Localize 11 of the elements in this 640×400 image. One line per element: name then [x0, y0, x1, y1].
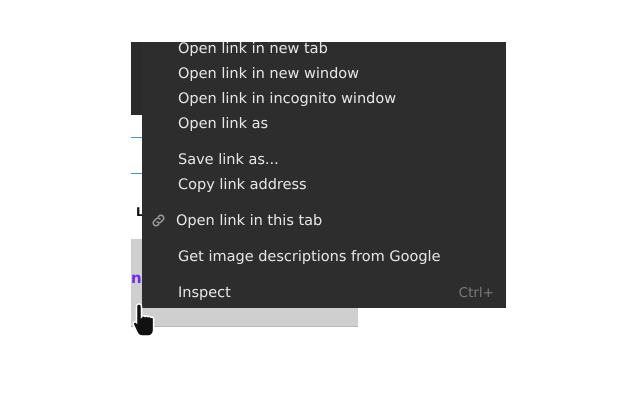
page-link[interactable]: n [131, 267, 142, 289]
menu-item[interactable]: Open link in incognito window [142, 86, 506, 111]
menu-item[interactable]: Get image descriptions from Google [142, 244, 506, 269]
menu-item[interactable]: Open link in new window [142, 61, 506, 86]
menu-item[interactable]: Open link in this tab [142, 208, 506, 233]
menu-item[interactable]: Open link as [142, 111, 506, 136]
menu-item[interactable]: Inspect Ctrl+ [142, 280, 506, 305]
link-icon [150, 212, 167, 229]
menu-item[interactable]: Save link as... [142, 147, 506, 172]
shortcut-text: Ctrl+ [458, 284, 494, 300]
menu-item[interactable]: Copy link address [142, 172, 506, 197]
